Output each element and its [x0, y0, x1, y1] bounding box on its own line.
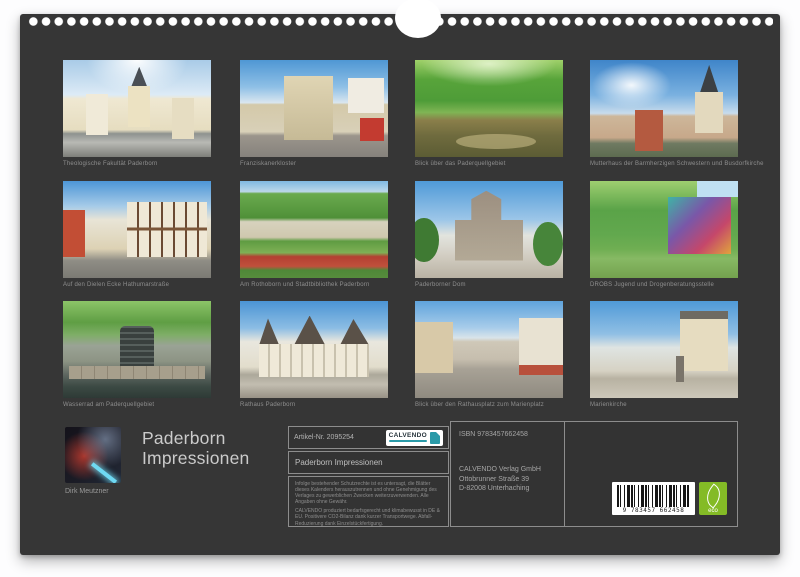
- photo-cell: Wasserrad am Paderquellgebiet: [63, 301, 211, 408]
- calvendo-tagline-bar: [389, 440, 427, 442]
- photo-rothoborn-stadtbibliothek: [240, 181, 388, 278]
- publisher-name: CALVENDO Verlag GmbH: [459, 465, 564, 474]
- photo-caption: Auf den Dielen Ecke Hathumarstraße: [63, 282, 211, 288]
- calendar-title-line2: Impressionen: [142, 448, 249, 468]
- photo-rathausplatz-marienplatz: [415, 301, 563, 398]
- photo-caption: Blick über den Rathausplatz zum Marienpl…: [415, 402, 563, 408]
- photo-rathaus: [240, 301, 388, 398]
- publisher-street: Ottobrunner Straße 39: [459, 475, 564, 484]
- calvendo-wordmark: CALVENDO: [389, 432, 427, 439]
- photo-caption: Rathaus Paderborn: [240, 402, 388, 408]
- isbn-cell: ISBN 9783457662458 CALVENDO Verlag GmbH …: [451, 422, 564, 526]
- photo-cell: Am Rothoborn und Stadtbibliothek Paderbo…: [240, 181, 388, 288]
- photo-cell: Auf den Dielen Ecke Hathumarstraße: [63, 181, 211, 288]
- photo-cell: Theologische Fakultät Paderborn: [63, 60, 211, 167]
- calvendo-logo: CALVENDO: [386, 430, 443, 446]
- panel-divider: [564, 422, 565, 526]
- photo-cell: Rathaus Paderborn: [240, 301, 388, 408]
- photo-cell: Franziskanerkloster: [240, 60, 388, 167]
- legal-paragraph: CALVENDO produziert bedarfsgerecht und k…: [295, 508, 442, 526]
- legal-paragraph: Infolge bestehender Schutzrechte ist es …: [295, 481, 442, 505]
- leaf-icon: [701, 484, 725, 509]
- photo-caption: Franziskanerkloster: [240, 161, 388, 167]
- calendar-title: Paderborn Impressionen: [142, 428, 249, 469]
- isbn-panel: ISBN 9783457662458 CALVENDO Verlag GmbH …: [450, 421, 738, 527]
- hanger-notch: [395, 0, 441, 38]
- legal-box: Infolge bestehender Schutzrechte ist es …: [288, 476, 449, 527]
- isbn-text: ISBN 9783457662458: [459, 430, 564, 439]
- photo-wasserrad: [63, 301, 211, 398]
- info-column: Artikel-Nr. 2095254 CALVENDO Paderborn I…: [288, 426, 449, 529]
- photo-marienkirche: [590, 301, 738, 398]
- photo-cell: Blick über das Paderquellgebiet: [415, 60, 563, 167]
- photo-caption: DROBS Jugend und Drogenberatungsstelle: [590, 282, 738, 288]
- calendar-back-cover: Theologische Fakultät Paderborn Franzisk…: [0, 0, 800, 577]
- photo-paderquellgebiet: [415, 60, 563, 157]
- author-name: Dirk Meutzner: [65, 488, 109, 495]
- calvendo-calendar-icon: [430, 432, 440, 444]
- photo-theologische-fakultaet: [63, 60, 211, 157]
- photo-hathumarstrasse: [63, 181, 211, 278]
- photo-caption: Mutterhaus der Barmherzigen Schwestern u…: [590, 161, 738, 167]
- photo-cell: Mutterhaus der Barmherzigen Schwestern u…: [590, 60, 738, 167]
- author-photo: [65, 427, 121, 483]
- calendar-title-line1: Paderborn: [142, 428, 249, 448]
- article-number-box: Artikel-Nr. 2095254 CALVENDO: [288, 426, 449, 449]
- photo-caption: Blick über das Paderquellgebiet: [415, 161, 563, 167]
- photo-caption: Theologische Fakultät Paderborn: [63, 161, 211, 167]
- title-box-text: Paderborn Impressionen: [295, 458, 383, 467]
- photo-caption: Paderborner Dom: [415, 282, 563, 288]
- ean-barcode: 9 783457 662458: [612, 482, 695, 515]
- photo-caption: Am Rothoborn und Stadtbibliothek Paderbo…: [240, 282, 388, 288]
- photo-cell: Marienkirche: [590, 301, 738, 408]
- eco-label: eco: [699, 508, 727, 514]
- photo-paderborner-dom: [415, 181, 563, 278]
- photo-cell: Blick über den Rathausplatz zum Marienpl…: [415, 301, 563, 408]
- photo-caption: Marienkirche: [590, 402, 738, 408]
- photo-franziskanerkloster: [240, 60, 388, 157]
- calendar-sheet: Theologische Fakultät Paderborn Franzisk…: [20, 14, 780, 555]
- eco-logo: eco: [699, 482, 727, 515]
- title-box: Paderborn Impressionen: [288, 451, 449, 474]
- barcode-digits: 9 783457 662458: [612, 507, 695, 515]
- photo-cell: Paderborner Dom: [415, 181, 563, 288]
- photo-caption: Wasserrad am Paderquellgebiet: [63, 402, 211, 408]
- photo-mutterhaus-busdorfkirche: [590, 60, 738, 157]
- photo-cell: DROBS Jugend und Drogenberatungsstelle: [590, 181, 738, 288]
- publisher-address: CALVENDO Verlag GmbH Ottobrunner Straße …: [459, 465, 564, 493]
- publisher-city: D-82008 Unterhaching: [459, 484, 564, 493]
- photo-drobs-beratungsstelle: [590, 181, 738, 278]
- barcode-bars: [617, 485, 690, 507]
- article-number: Artikel-Nr. 2095254: [294, 434, 354, 441]
